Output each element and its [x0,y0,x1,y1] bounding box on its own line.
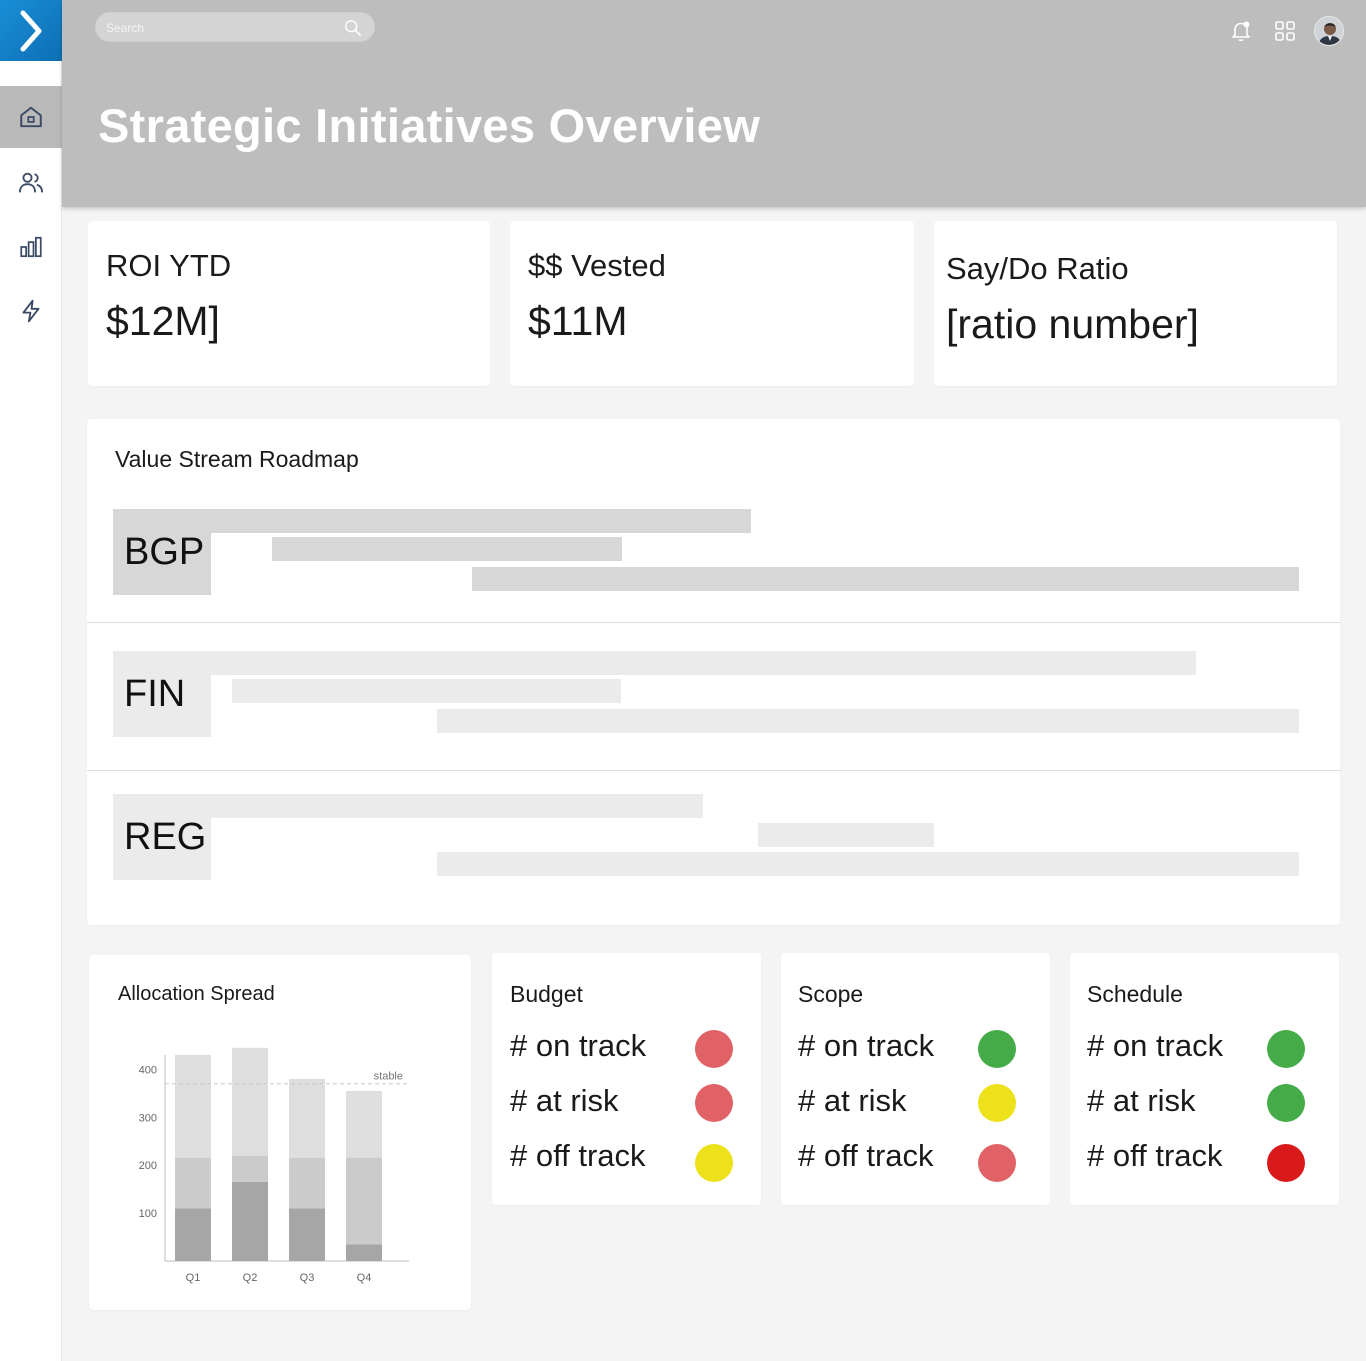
search-input[interactable] [106,18,336,38]
x-tick-label: Q1 [186,1272,201,1284]
kpi-label: ROI YTD [106,248,232,283]
status-row-label: # on track [798,1028,935,1063]
bar-segment [346,1090,382,1158]
sidebar-item-users[interactable] [0,152,62,214]
section-title: Value Stream Roadmap [115,446,359,472]
allocation-card: Allocation Spread 100 200 300 400 Q1 Q2 Q3 Q4 st… [89,955,471,1310]
y-tick-label: 200 [139,1160,157,1172]
status-row-label: # at risk [1087,1083,1196,1118]
roadmap-bar[interactable] [272,537,622,561]
status-dot [1267,1144,1305,1182]
roadmap-bar[interactable] [758,823,934,847]
kpi-card-say-do: Say/Do Ratio [ratio number] [934,221,1337,386]
bar-segment [289,1078,325,1158]
status-card-budget: Budget # on track # at risk # off track [492,953,761,1205]
reference-line-label: stable [374,1071,403,1083]
status-row-label: # off track [798,1138,934,1173]
status-row-label: # at risk [510,1083,619,1118]
apps-button[interactable] [1272,18,1298,44]
sidebar-item-home[interactable] [0,86,62,148]
y-tick-label: 400 [139,1064,157,1076]
notification-button[interactable] [1228,18,1254,44]
kpi-value: $12M] [106,298,220,344]
bar-segment [346,1244,382,1261]
page-title: Strategic Initiatives Overview [98,99,761,152]
roadmap-bar[interactable] [437,709,1299,733]
status-dot [978,1084,1016,1122]
kpi-value: [ratio number] [946,301,1199,347]
status-dot [1267,1084,1305,1122]
y-tick-label: 100 [139,1208,157,1220]
roadmap-bar[interactable] [113,651,1196,675]
header: Strategic Initiatives Overview [62,0,1366,207]
status-dot [695,1084,733,1122]
lightning-icon [22,299,40,323]
status-row-label: # off track [510,1138,646,1173]
avatar[interactable] [1314,16,1344,46]
status-row-label: # at risk [798,1083,907,1118]
divider [87,770,1341,771]
x-tick-label: Q3 [300,1272,315,1284]
status-row-label: # off track [1087,1138,1223,1173]
status-title: Schedule [1087,981,1183,1007]
sidebar-item-actions[interactable] [0,280,62,342]
status-dot [978,1144,1016,1182]
bar-segment [232,1155,268,1182]
bar-segment [346,1158,382,1245]
allocation-chart: 100 200 300 400 Q1 Q2 Q3 Q4 stable [139,1047,409,1284]
roadmap-card: Value Stream Roadmap BGP FIN REG [87,419,1341,925]
bar-segment [175,1055,211,1158]
status-title: Budget [510,981,583,1007]
x-tick-label: Q2 [243,1272,258,1284]
bar-segment [175,1208,211,1261]
roadmap-row-label[interactable]: REG [113,794,211,880]
bar-segment [289,1208,325,1261]
sidebar-item-analytics[interactable] [0,216,62,278]
x-tick-label: Q4 [357,1272,372,1284]
bar-segment [232,1181,268,1261]
roadmap-row-label[interactable]: FIN [113,651,211,737]
user-avatar-icon [1315,17,1343,45]
logo-chevron-icon[interactable] [0,0,62,61]
bar-segment [175,1158,211,1209]
kpi-value: $11M [528,298,628,344]
status-dot [1267,1030,1305,1068]
users-icon [18,172,44,193]
divider [87,622,1341,623]
status-card-schedule: Schedule # on track # at risk # off trac… [1070,953,1339,1205]
apps-grid-icon [1275,21,1295,41]
home-icon [20,106,42,128]
status-dot [695,1030,733,1068]
status-dot [978,1030,1016,1068]
status-card-scope: Scope # on track # at risk # off track [781,953,1050,1205]
roadmap-bar[interactable] [472,567,1299,591]
roadmap-row-label[interactable]: BGP [113,509,211,595]
status-title: Scope [798,981,864,1007]
status-row-label: # on track [510,1028,647,1063]
status-row-label: # on track [1087,1028,1224,1063]
search-icon[interactable] [344,19,362,37]
bell-icon [1232,21,1250,42]
status-dot [695,1144,733,1182]
kpi-card-vested: $$ Vested $11M [510,221,914,386]
kpi-label: $$ Vested [528,248,666,283]
bar-segment [289,1158,325,1209]
sidebar [0,0,62,1361]
search-bar[interactable] [95,12,375,42]
kpi-label: Say/Do Ratio [946,251,1129,286]
bar-chart-icon [20,236,42,258]
y-tick-label: 300 [139,1112,157,1124]
kpi-card-roi: ROI YTD $12M] [88,221,490,386]
bar-segment [232,1047,268,1156]
roadmap-bar[interactable] [437,852,1299,876]
roadmap-bar[interactable] [232,679,621,703]
